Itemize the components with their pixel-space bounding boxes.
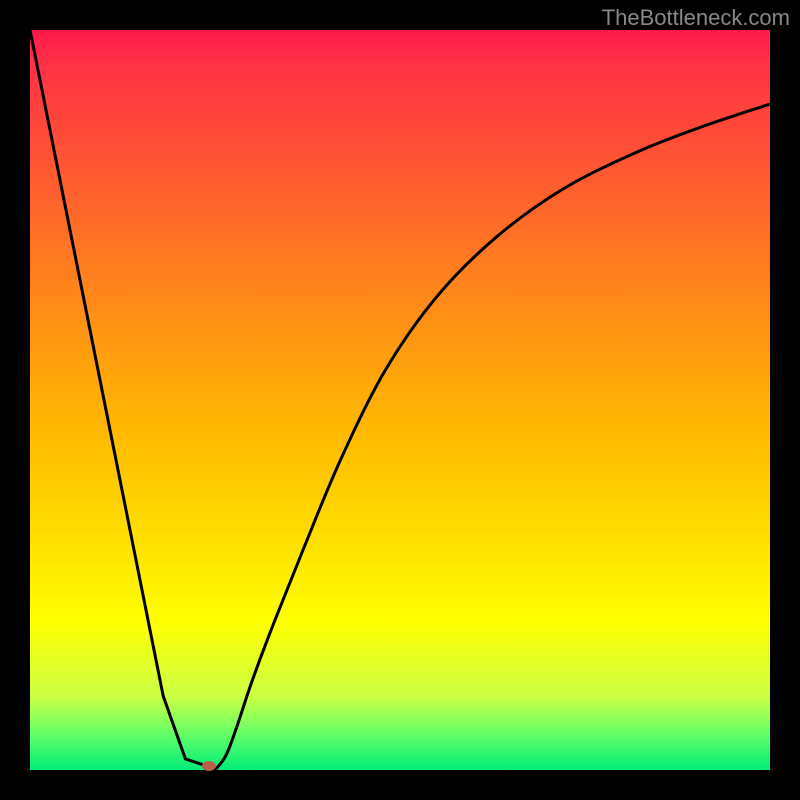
optimal-point-marker	[202, 761, 216, 771]
chart-plot-area	[30, 30, 770, 770]
attribution-text: TheBottleneck.com	[602, 5, 790, 31]
bottleneck-curve	[30, 30, 770, 770]
